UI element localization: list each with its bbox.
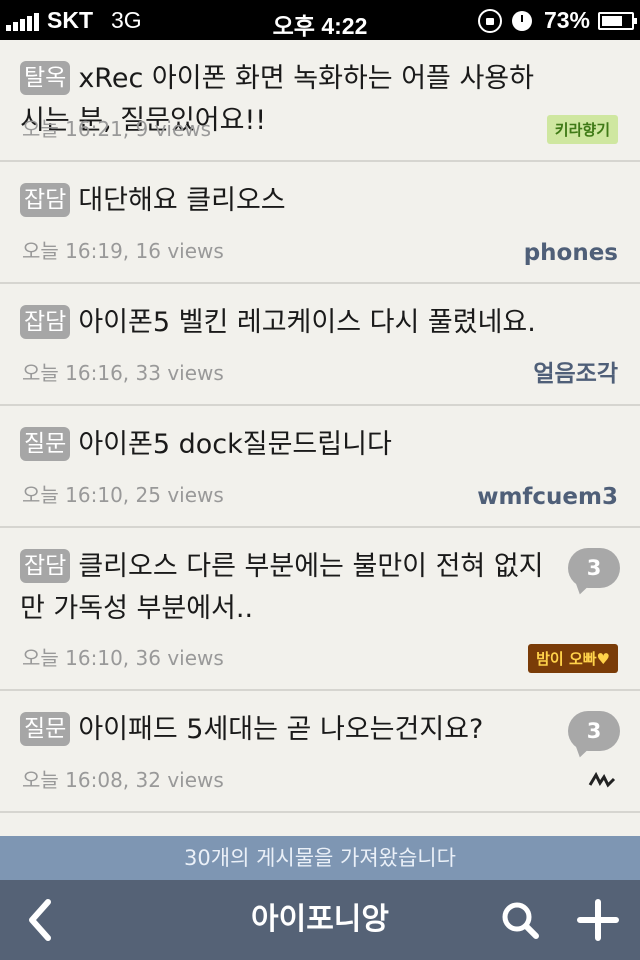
plus-icon: [577, 899, 619, 941]
author-image-badge: 밤이 오빠♥: [528, 644, 618, 673]
post-meta: 오늘 16:10, 36 views: [22, 646, 224, 670]
rotation-lock-icon: [477, 8, 502, 33]
post-category-tag: 질문: [20, 712, 71, 746]
comment-count-bubble: 3: [568, 548, 620, 588]
post-meta: 오늘 16:16, 33 views: [22, 361, 224, 385]
post-category-tag: 잡담: [20, 549, 71, 583]
post-title-text: 아이패드 5세대는 곧 나오는건지요?: [78, 714, 484, 745]
post-row[interactable]: 잡담 클리오스 다른 부분에는 불만이 전혀 없지만 가독성 부분에서.. 3 오…: [0, 528, 640, 691]
post-title: 질문 아이폰5 dock질문드립니다: [20, 424, 550, 466]
post-title: 잡담 대단해요 클리오스: [20, 180, 550, 222]
add-post-button[interactable]: [576, 898, 620, 942]
post-row[interactable]: 질문 아이폰5 dock질문드립니다 오늘 16:10, 25 views wmf…: [0, 406, 640, 528]
post-title: 잡담 클리오스 다른 부분에는 불만이 전혀 없지만 가독성 부분에서..: [20, 546, 550, 630]
status-right: 73%: [477, 7, 637, 34]
author-image-badge: 키라향기: [546, 115, 618, 144]
battery-icon: [598, 11, 637, 30]
post-title-text: 아이폰5 벨킨 레고케이스 다시 풀렸네요.: [78, 307, 536, 338]
post-meta: 오늘 16:19, 16 views: [22, 239, 224, 263]
post-title: 질문 아이패드 5세대는 곧 나오는건지요?: [20, 709, 550, 751]
search-button[interactable]: [498, 898, 542, 942]
back-button[interactable]: [20, 898, 64, 942]
load-status-banner: 30개의 게시물을 가져왔습니다: [0, 836, 640, 880]
post-title: 잡담 아이폰5 벨킨 레고케이스 다시 풀렸네요.: [20, 302, 550, 344]
post-row[interactable]: 잡담 아이폰5 벨킨 레고케이스 다시 풀렸네요. 오늘 16:16, 33 vi…: [0, 284, 640, 406]
post-category-tag: 잡담: [20, 305, 71, 339]
post-row[interactable]: 질문 아이패드 5세대는 곧 나오는건지요? 3 오늘 16:08, 32 vie…: [0, 691, 640, 813]
post-category-tag: 질문: [20, 427, 71, 461]
signature-squiggle-icon: [588, 771, 616, 788]
back-chevron-icon: [29, 899, 51, 941]
post-author: phones: [523, 240, 618, 266]
post-category-tag: 잡담: [20, 183, 71, 217]
bottom-navbar: 아이포니앙: [0, 880, 640, 960]
post-meta: 오늘 16:21, 9 views: [22, 117, 212, 141]
post-meta: 오늘 16:10, 25 views: [22, 483, 224, 507]
post-title-text: 대단해요 클리오스: [78, 185, 286, 216]
post-author: wmfcuem3: [477, 484, 618, 510]
post-meta: 오늘 16:08, 32 views: [22, 768, 224, 792]
board-title: 아이포니앙: [251, 902, 389, 937]
battery-percent: 73%: [543, 7, 590, 33]
alarm-clock-icon: [511, 10, 532, 31]
status-bar: SKT 3G 오후 4:22 73%: [0, 0, 640, 40]
post-title-text: 아이폰5 dock질문드립니다: [78, 429, 392, 460]
post-list[interactable]: 탈옥 xRec 아이폰 화면 녹화하는 어플 사용하시는 분, 질문있어요!! 오…: [0, 40, 640, 836]
post-row[interactable]: 탈옥 xRec 아이폰 화면 녹화하는 어플 사용하시는 분, 질문있어요!! 오…: [0, 40, 640, 162]
post-title-text: 클리오스 다른 부분에는 불만이 전혀 없지만 가독성 부분에서..: [20, 551, 544, 624]
comment-count-bubble: 3: [568, 711, 620, 751]
post-row[interactable]: 잡담 대단해요 클리오스 오늘 16:19, 16 views phones: [0, 162, 640, 284]
post-author: 얼음조각: [533, 361, 618, 387]
battery-fill: [602, 15, 622, 26]
post-category-tag: 탈옥: [20, 61, 71, 95]
search-icon: [502, 902, 539, 939]
author-signature-image: [588, 771, 618, 797]
